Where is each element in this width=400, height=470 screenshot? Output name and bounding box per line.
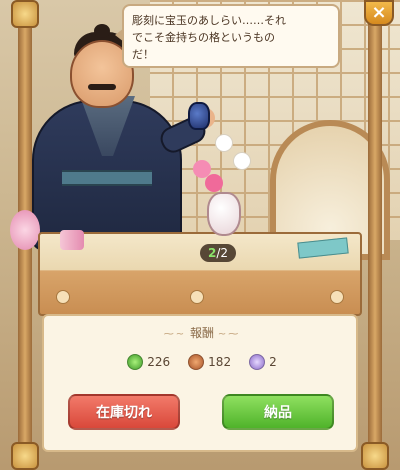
white-lily-icon xyxy=(233,152,251,170)
pillar-ornament-icon xyxy=(361,442,389,470)
jewel-jar-icon xyxy=(188,102,210,130)
reward-item: 182 xyxy=(188,354,231,370)
counter-total: /2 xyxy=(216,246,229,260)
game-scene: × 彫刻に宝玉のあしらい……それ でこそ金持ちの格というもの だ！ 2/2 ⁓~ xyxy=(0,0,400,470)
pillar-ornament-icon xyxy=(11,0,39,28)
table-flower-ornament-icon xyxy=(330,290,344,304)
white-lily-icon xyxy=(215,134,233,152)
dialog-line-1: 彫刻に宝玉のあしらい……それ xyxy=(132,14,286,27)
deliver-button[interactable]: 納品 xyxy=(222,394,334,430)
thread-spool-icon xyxy=(60,230,84,250)
reward-value: 226 xyxy=(147,355,171,369)
green-gem-icon xyxy=(127,354,144,370)
table-flower-ornament-icon xyxy=(190,290,204,304)
dialog-line-3: だ！ xyxy=(132,48,154,61)
speech-bubble: 彫刻に宝玉のあしらい……それ でこそ金持ちの格というもの だ！ xyxy=(115,4,340,68)
reward-value: 2 xyxy=(269,355,277,369)
table-flower-ornament-icon xyxy=(56,290,70,304)
out-of-stock-button[interactable]: 在庫切れ xyxy=(68,394,180,430)
character-topknot xyxy=(94,24,110,38)
flower-vase-item xyxy=(185,130,265,240)
dialog-line-2: でこそ金持ちの格というもの xyxy=(132,31,275,44)
ornament-right-icon: ~⁓ xyxy=(217,329,241,340)
close-button[interactable]: × xyxy=(364,0,394,26)
purple-orb-icon xyxy=(249,354,266,370)
character-belt xyxy=(62,170,152,186)
reward-item: 2 xyxy=(249,354,277,370)
reward-title: ⁓~ 報酬 ~⁓ xyxy=(44,324,360,341)
right-pillar xyxy=(368,0,382,470)
reward-panel: ⁓~ 報酬 ~⁓ 226 182 2 在庫切れ 納品 xyxy=(42,314,358,452)
character-mustache xyxy=(88,84,116,90)
copper-coin-icon xyxy=(188,354,205,370)
reward-value: 182 xyxy=(208,355,232,369)
ornament-left-icon: ⁓~ xyxy=(163,329,187,340)
flower-fan-icon xyxy=(10,210,40,250)
reward-list: 226 182 2 xyxy=(44,354,360,370)
progress-counter: 2/2 xyxy=(200,244,236,262)
pink-flower-icon xyxy=(205,174,223,192)
pillar-ornament-icon xyxy=(11,442,39,470)
reward-item: 226 xyxy=(127,354,170,370)
porcelain-vase-icon xyxy=(207,192,241,236)
reward-title-text: 報酬 xyxy=(189,326,214,340)
